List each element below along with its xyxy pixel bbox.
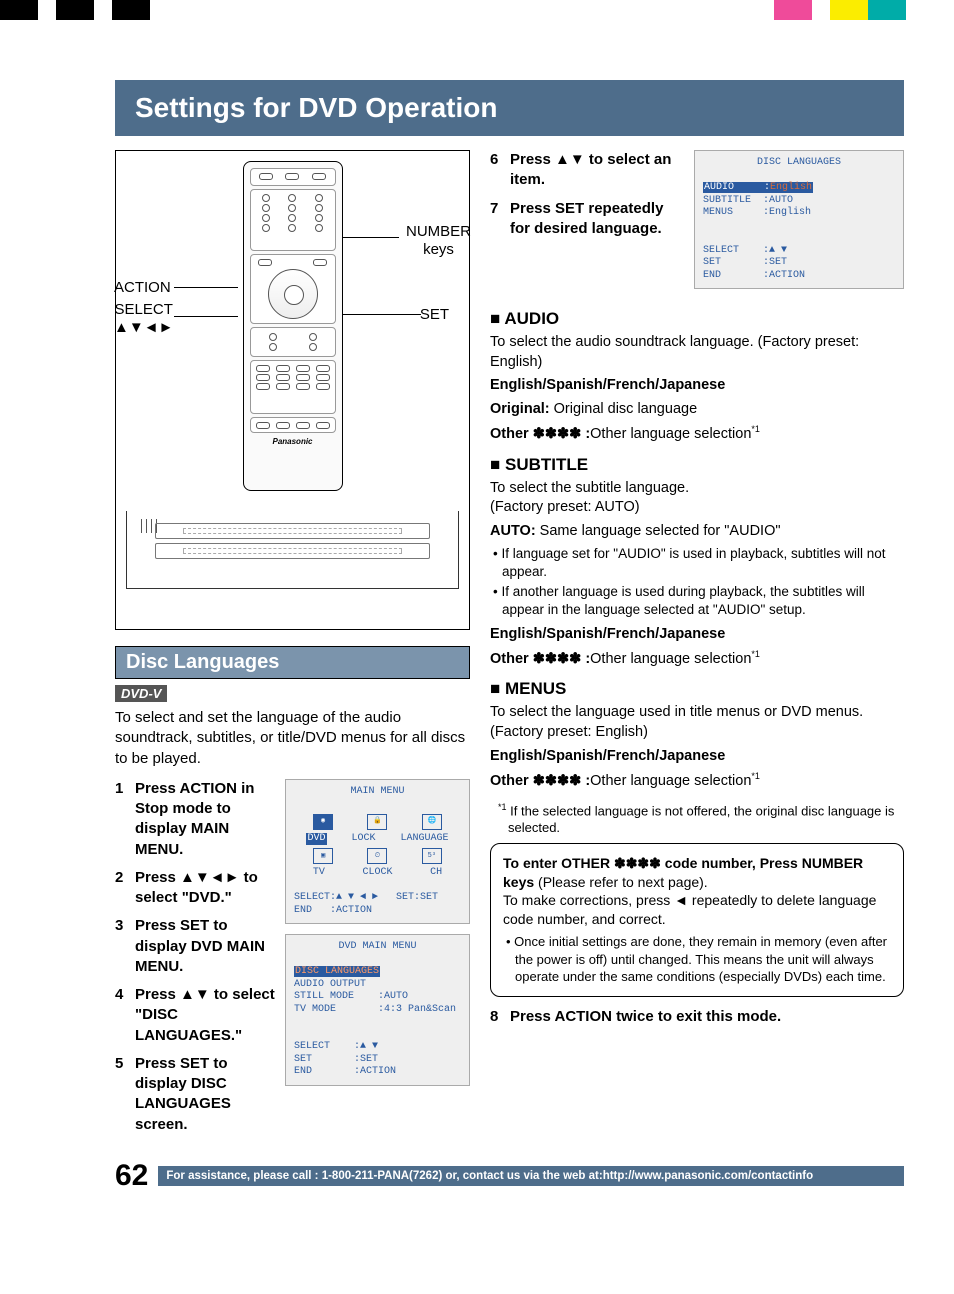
- player-diagram: [126, 511, 459, 589]
- osd-dvd-main-menu: DVD MAIN MENU DISC LANGUAGES AUDIO OUTPU…: [285, 934, 470, 1086]
- step-5: 5Press SET to display DISC LANGUAGES scr…: [115, 1054, 275, 1135]
- page-number: 62: [115, 1159, 148, 1193]
- dvd-v-badge: DVD-V: [115, 685, 167, 702]
- osd-main-menu: MAIN MENU ◉🔒🌐DVDLOCKLANGUAGE▣⏲5³TVCLOCKC…: [285, 779, 470, 925]
- subtitle-desc: To select the subtitle language. (Factor…: [490, 479, 904, 518]
- menus-other: Other ✽✽✽✽ :Other language selection*1: [490, 770, 904, 791]
- menus-desc: To select the language used in title men…: [490, 703, 904, 742]
- step-8: 8Press ACTION twice to exit this mode.: [490, 1007, 904, 1027]
- footnote-1: *1 If the selected language is not offer…: [490, 802, 904, 837]
- step-7: 7Press SET repeatedly for desired langua…: [490, 199, 682, 240]
- dpad: [268, 269, 318, 319]
- callout-other-code: To enter OTHER ✽✽✽✽ code number, Press N…: [490, 843, 904, 997]
- intro-text: To select and set the language of the au…: [115, 708, 470, 769]
- section-heading-disc-languages: Disc Languages: [115, 646, 470, 678]
- step-6: 6Press ▲▼ to select an item.: [490, 150, 682, 191]
- subtitle-other: Other ✽✽✽✽ :Other language selection*1: [490, 648, 904, 669]
- heading-subtitle: SUBTITLE: [490, 455, 904, 475]
- page-title: Settings for DVD Operation: [115, 80, 904, 136]
- brand-logo: Panasonic: [250, 437, 336, 446]
- audio-other: Other ✽✽✽✽ :Other language selection*1: [490, 423, 904, 444]
- remote-control: Panasonic: [243, 161, 343, 491]
- assistance-bar: For assistance, please call : 1-800-211-…: [158, 1166, 904, 1186]
- heading-audio: AUDIO: [490, 309, 904, 329]
- subtitle-auto: AUTO: Same language selected for "AUDIO": [490, 522, 904, 542]
- heading-menus: MENUS: [490, 679, 904, 699]
- menus-options: English/Spanish/French/Japanese: [490, 747, 904, 767]
- remote-diagram: ACTION SELECT ▲▼◄► NUMBER keys SET: [115, 150, 470, 630]
- label-set: SET: [420, 306, 449, 324]
- audio-original: Original: Original disc language: [490, 400, 904, 420]
- step-1: 1Press ACTION in Stop mode to display MA…: [115, 779, 275, 860]
- step-2: 2Press ▲▼◄► to select "DVD.": [115, 868, 275, 909]
- osd-disc-languages: DISC LANGUAGES AUDIO :English SUBTITLE :…: [694, 150, 904, 289]
- audio-desc: To select the audio soundtrack language.…: [490, 333, 904, 372]
- color-calibration-bar: [0, 0, 954, 20]
- label-number-keys: NUMBER keys: [406, 223, 471, 259]
- label-select: SELECT ▲▼◄►: [114, 301, 173, 337]
- subtitle-notes: If language set for "AUDIO" is used in p…: [490, 545, 904, 618]
- subtitle-options: English/Spanish/French/Japanese: [490, 625, 904, 645]
- step-4: 4Press ▲▼ to select "DISC LANGUAGES.": [115, 985, 275, 1046]
- audio-options: English/Spanish/French/Japanese: [490, 376, 904, 396]
- step-3: 3Press SET to display DVD MAIN MENU.: [115, 916, 275, 977]
- label-action: ACTION: [114, 279, 171, 297]
